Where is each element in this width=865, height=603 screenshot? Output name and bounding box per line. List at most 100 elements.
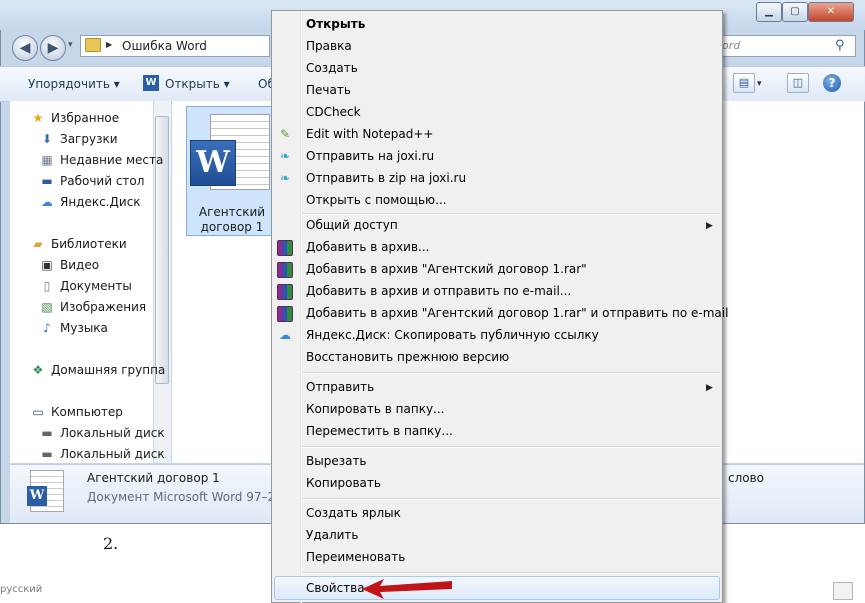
menu-item-create-shortcut[interactable]: Создать ярлык (306, 502, 401, 524)
preview-pane-icon[interactable]: ◫ (787, 73, 809, 93)
menu-item-cdcheck[interactable]: CDCheck (306, 101, 361, 123)
file-name-line1: Агентский (198, 205, 266, 219)
menu-item-joxi[interactable]: Отправить на joxi.ru (306, 145, 434, 167)
recent-places-icon: ▦ (41, 153, 53, 167)
nav-desktop[interactable]: ▬ Рабочий стол (39, 174, 144, 192)
minimize-button[interactable]: ▁ (756, 2, 782, 22)
menu-item-copy-to[interactable]: Копировать в папку... (306, 398, 445, 420)
library-icon: ▰ (33, 237, 43, 251)
nav-favorites[interactable]: ★ Избранное (30, 111, 120, 129)
menu-item-notepad[interactable]: Edit with Notepad++ (306, 123, 433, 145)
details-word-icon: W (27, 486, 47, 506)
address-text: Ошибка Word (122, 39, 207, 53)
nav-local-disk-1[interactable]: ▬ Локальный диск (39, 426, 164, 444)
drive-icon: ▬ (41, 426, 53, 440)
menu-icon-gutter (300, 11, 302, 603)
file-name-line2: договор 1 (200, 220, 264, 234)
submenu-arrow-icon: ▶ (706, 221, 713, 231)
nav-label: Локальный диск (60, 447, 165, 461)
menu-item-restore[interactable]: Восстановить прежнюю версию (306, 346, 509, 368)
submenu-arrow-icon: ▶ (706, 383, 713, 393)
music-icon: ♪ (43, 321, 51, 335)
taskbar-icon[interactable] (833, 582, 853, 600)
joxi-icon: ❧ (279, 149, 291, 163)
star-icon: ★ (32, 111, 44, 125)
menu-item-add-rar[interactable]: Добавить в архив "Агентский договор 1.ra… (306, 258, 587, 280)
nav-recent[interactable]: ▦ Недавние места (39, 153, 163, 171)
menu-item-add-archive[interactable]: Добавить в архив... (306, 236, 430, 258)
nav-images[interactable]: ▧ Изображения (39, 300, 146, 318)
menu-item-share[interactable]: Общий доступ (306, 214, 398, 236)
menu-item-joxi-zip[interactable]: Отправить в zip на joxi.ru (306, 167, 466, 189)
menu-item-cut[interactable]: Вырезать (306, 450, 367, 472)
menu-item-properties[interactable]: Свойства (306, 577, 365, 599)
nav-documents[interactable]: ▯ Документы (39, 279, 132, 297)
cloud-icon: ☁ (41, 195, 53, 209)
nav-label: Изображения (60, 300, 147, 314)
menu-item-send-to[interactable]: Отправить (306, 376, 374, 398)
joxi-zip-icon: ❧ (279, 171, 291, 185)
menu-item-rename[interactable]: Переименовать (306, 546, 405, 568)
winrar-icon (277, 284, 293, 300)
open-button[interactable]: Открыть ▾ (165, 77, 230, 91)
computer-icon: ▭ (32, 405, 44, 419)
menu-item-open[interactable]: Открыть (306, 13, 365, 35)
nav-label: Избранное (51, 111, 120, 125)
maximize-button[interactable]: ▢ (782, 2, 808, 22)
close-button[interactable]: ✕ (808, 2, 854, 22)
search-icon[interactable]: ⚲ (835, 38, 845, 53)
film-icon: ▣ (41, 258, 53, 272)
menu-separator (302, 446, 720, 448)
nav-label: Загрузки (60, 132, 118, 146)
details-title: Агентский договор 1 (87, 471, 220, 485)
winrar-icon (277, 306, 293, 322)
nav-video[interactable]: ▣ Видео (39, 258, 99, 276)
menu-item-add-rar-email[interactable]: Добавить в архив "Агентский договор 1.ra… (306, 302, 728, 324)
nav-label: Яндекс.Диск (60, 195, 141, 209)
nav-homegroup[interactable]: ❖ Домашняя группа (30, 363, 166, 381)
menu-item-yadisk-link[interactable]: Яндекс.Диск: Скопировать публичную ссылк… (306, 324, 599, 346)
nav-label: Компьютер (51, 405, 123, 419)
nav-computer[interactable]: ▭ Компьютер (30, 405, 123, 423)
nav-music[interactable]: ♪ Музыка (39, 321, 108, 339)
organize-button[interactable]: Упорядочить ▾ (28, 77, 120, 91)
history-dropdown-icon[interactable]: ▾ (68, 40, 73, 50)
list-number: 2. (103, 534, 119, 553)
menu-item-print[interactable]: Печать (306, 79, 351, 101)
menu-item-new[interactable]: Создать (306, 57, 358, 79)
nav-label: Рабочий стол (60, 174, 145, 188)
nav-label: Домашняя группа (51, 363, 166, 377)
nav-downloads[interactable]: ⬇ Загрузки (39, 132, 118, 150)
view-dropdown-icon[interactable]: ▾ (757, 79, 762, 89)
nav-label: Документы (60, 279, 132, 293)
menu-item-move-to[interactable]: Переместить в папку... (306, 420, 453, 442)
nav-label: Библиотеки (51, 237, 127, 251)
downloads-icon: ⬇ (41, 132, 53, 146)
menu-separator (302, 572, 720, 574)
nav-yadisk[interactable]: ☁ Яндекс.Диск (39, 195, 141, 213)
nav-local-disk-2[interactable]: ▬ Локальный диск (39, 447, 165, 465)
language-indicator: русский (0, 584, 43, 595)
back-button[interactable]: ◀ (12, 35, 38, 61)
menu-item-edit[interactable]: Правка (306, 35, 352, 57)
breadcrumb-arrow-icon[interactable]: ▶ (106, 40, 112, 49)
nav-label: Видео (60, 258, 100, 272)
menu-item-delete[interactable]: Удалить (306, 524, 359, 546)
nav-label: Музыка (60, 321, 108, 335)
folder-icon (85, 38, 101, 52)
document-icon: ▯ (43, 279, 51, 293)
menu-separator (302, 372, 720, 374)
homegroup-icon: ❖ (32, 363, 44, 377)
nav-libraries[interactable]: ▰ Библиотеки (30, 237, 127, 255)
help-icon[interactable]: ? (823, 74, 841, 92)
forward-button[interactable]: ▶ (40, 35, 66, 61)
red-arrow-annotation (362, 579, 452, 599)
menu-item-copy[interactable]: Копировать (306, 472, 381, 494)
menu-item-open-with[interactable]: Открыть с помощью... (306, 189, 447, 211)
view-options-icon[interactable]: ▤ (733, 73, 755, 93)
details-extra-text: слово (728, 471, 765, 485)
menu-item-add-email[interactable]: Добавить в архив и отправить по e-mail..… (306, 280, 571, 302)
winrar-icon (277, 262, 293, 278)
file-name: Агентский договор 1 (188, 205, 276, 235)
drive-icon: ▬ (41, 447, 53, 461)
